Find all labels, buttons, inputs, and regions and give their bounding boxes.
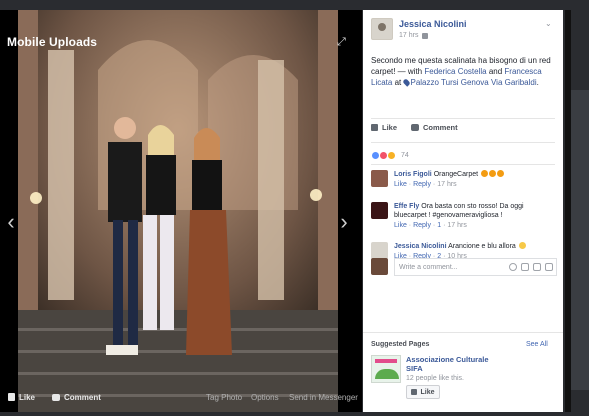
comment-icon bbox=[411, 124, 420, 131]
suggested-page-likes: 12 people like this. bbox=[406, 375, 464, 382]
photo[interactable] bbox=[18, 10, 338, 412]
like-icon bbox=[371, 124, 378, 131]
place-link[interactable]: Palazzo Tursi Genova Via Garibaldi bbox=[410, 78, 536, 87]
commenter-avatar[interactable] bbox=[371, 242, 388, 259]
scrollbar[interactable] bbox=[565, 10, 571, 412]
previous-photo-icon[interactable]: ‹ bbox=[4, 210, 18, 234]
comment-like-link[interactable]: Like bbox=[394, 181, 407, 188]
divider bbox=[371, 142, 555, 143]
chevron-down-icon[interactable]: ⌄ bbox=[545, 19, 552, 28]
comment: Effe Fly Ora basta con sto rosso! Da ogg… bbox=[371, 200, 557, 236]
commenter-name[interactable]: Effe Fly bbox=[394, 203, 419, 210]
like-icon bbox=[411, 389, 418, 395]
divider bbox=[371, 164, 555, 165]
comment-time[interactable]: 17 hrs bbox=[447, 222, 466, 229]
comment-time[interactable]: 17 hrs bbox=[437, 181, 456, 188]
author-block: Jessica Nicolini 17 hrs bbox=[399, 19, 529, 39]
reactions-count: 74 bbox=[401, 152, 409, 159]
options-link[interactable]: Options bbox=[251, 393, 279, 402]
write-comment-row: Write a comment... bbox=[371, 258, 557, 276]
comment-input[interactable]: Write a comment... bbox=[394, 258, 557, 276]
comment-reply-link[interactable]: Reply bbox=[413, 222, 431, 229]
smile-emoji-icon bbox=[518, 242, 526, 249]
comment-text: Arancione e blu allora bbox=[448, 243, 516, 250]
commenter-avatar[interactable] bbox=[371, 170, 388, 187]
album-title[interactable]: Mobile Uploads bbox=[7, 35, 97, 49]
suggested-page-thumbnail[interactable] bbox=[371, 355, 401, 383]
post-like-button[interactable]: Like bbox=[371, 123, 397, 132]
send-in-messenger-link[interactable]: Send in Messenger bbox=[289, 393, 358, 402]
expand-icon[interactable]: ⤢ bbox=[337, 37, 347, 48]
photo-image bbox=[18, 10, 338, 412]
commenter-avatar[interactable] bbox=[371, 202, 388, 219]
tag-link-1[interactable]: Federica Costella bbox=[424, 67, 486, 76]
see-all-link[interactable]: See All bbox=[526, 341, 548, 348]
sticker-icon[interactable] bbox=[545, 263, 553, 271]
comment-likes-count[interactable]: 1 bbox=[437, 222, 441, 229]
comment: Loris Figoli OrangeCarpet Like · Reply ·… bbox=[371, 168, 557, 196]
post-text: Secondo me questa scalinata ha bisogno d… bbox=[371, 56, 551, 87]
photo-like-button[interactable]: Like bbox=[8, 393, 35, 402]
suggested-page-name[interactable]: Associazione Culturale SIFA bbox=[406, 355, 496, 373]
next-photo-icon[interactable]: › bbox=[337, 210, 351, 234]
author-avatar[interactable] bbox=[371, 18, 393, 40]
commenter-name[interactable]: Jessica Nicolini bbox=[394, 243, 447, 250]
post-actions: Like Comment bbox=[371, 123, 458, 132]
author-name[interactable]: Jessica Nicolini bbox=[399, 19, 529, 29]
photo-comment-button[interactable]: Comment bbox=[52, 393, 101, 402]
comment-text: OrangeCarpet bbox=[433, 171, 479, 178]
tangerine-emoji-icon bbox=[497, 170, 504, 177]
comment-meta: Like · Reply · 17 hrs bbox=[394, 181, 457, 188]
comment-meta: Like · Reply · 1 · 17 hrs bbox=[394, 222, 467, 229]
post-panel: Jessica Nicolini 17 hrs ⌄ Secondo me que… bbox=[363, 10, 563, 412]
reactions-summary[interactable]: 74 bbox=[371, 151, 409, 160]
suggested-pages: Suggested Pages See All Associazione Cul… bbox=[363, 332, 563, 412]
suggested-page-like-button[interactable]: Like bbox=[406, 385, 440, 399]
gif-icon[interactable] bbox=[533, 263, 541, 271]
camera-icon[interactable] bbox=[521, 263, 529, 271]
comment-like-link[interactable]: Like bbox=[394, 222, 407, 229]
post-header bbox=[371, 18, 393, 40]
comment-reply-link[interactable]: Reply bbox=[413, 181, 431, 188]
audience-icon[interactable] bbox=[422, 32, 429, 39]
post-comment-button[interactable]: Comment bbox=[411, 123, 458, 132]
suggested-pages-title: Suggested Pages bbox=[371, 341, 430, 348]
post-time-row: 17 hrs bbox=[399, 32, 529, 39]
divider bbox=[371, 118, 555, 119]
comments-list: Loris Figoli OrangeCarpet Like · Reply ·… bbox=[371, 168, 557, 272]
commenter-name[interactable]: Loris Figoli bbox=[394, 171, 432, 178]
wow-reaction-icon bbox=[387, 151, 396, 160]
current-user-avatar bbox=[371, 258, 388, 275]
tag-photo-link[interactable]: Tag Photo bbox=[206, 393, 242, 402]
tangerine-emoji-icon bbox=[481, 170, 488, 177]
emoji-icon[interactable] bbox=[509, 263, 517, 271]
photo-action-bar: Like Comment Tag Photo Options Send in M… bbox=[0, 382, 362, 412]
tangerine-emoji-icon bbox=[489, 170, 496, 177]
like-icon bbox=[8, 393, 15, 401]
post-time[interactable]: 17 hrs bbox=[399, 32, 418, 39]
photo-stage: Mobile Uploads ⤢ ‹ › Like Comment Tag Ph… bbox=[0, 10, 362, 412]
comment-icon bbox=[52, 393, 60, 401]
